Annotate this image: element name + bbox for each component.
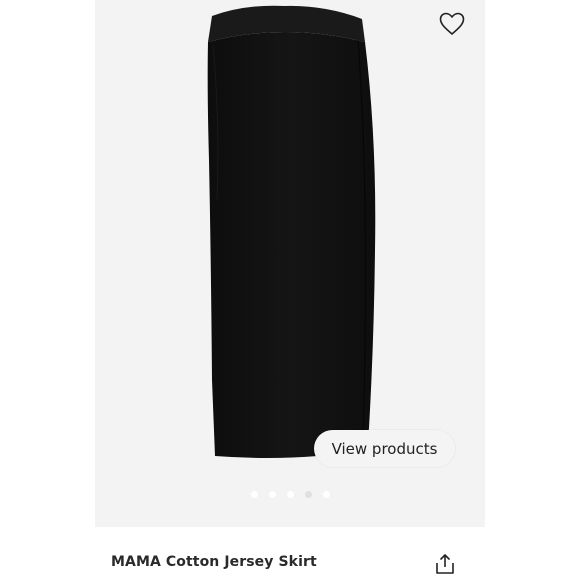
carousel-dot[interactable] [322,491,330,498]
carousel-dot-active[interactable] [304,491,312,498]
product-title: MAMA Cotton Jersey Skirt [111,554,317,570]
carousel-indicator [95,491,485,503]
heart-icon [439,12,465,35]
share-icon [436,554,454,574]
carousel-dot[interactable] [286,491,294,498]
view-products-button[interactable]: View products [314,430,455,467]
product-card: View products MAMA Cotton Jersey Skirt [95,0,485,580]
share-button[interactable] [431,550,459,578]
carousel-dot[interactable] [250,491,258,498]
product-info-bar: MAMA Cotton Jersey Skirt [95,527,485,580]
product-image-carousel[interactable]: View products [95,0,485,527]
left-margin [0,0,95,580]
favorite-heart-icon[interactable] [436,9,468,39]
carousel-dot[interactable] [268,491,276,498]
right-margin [485,0,580,580]
